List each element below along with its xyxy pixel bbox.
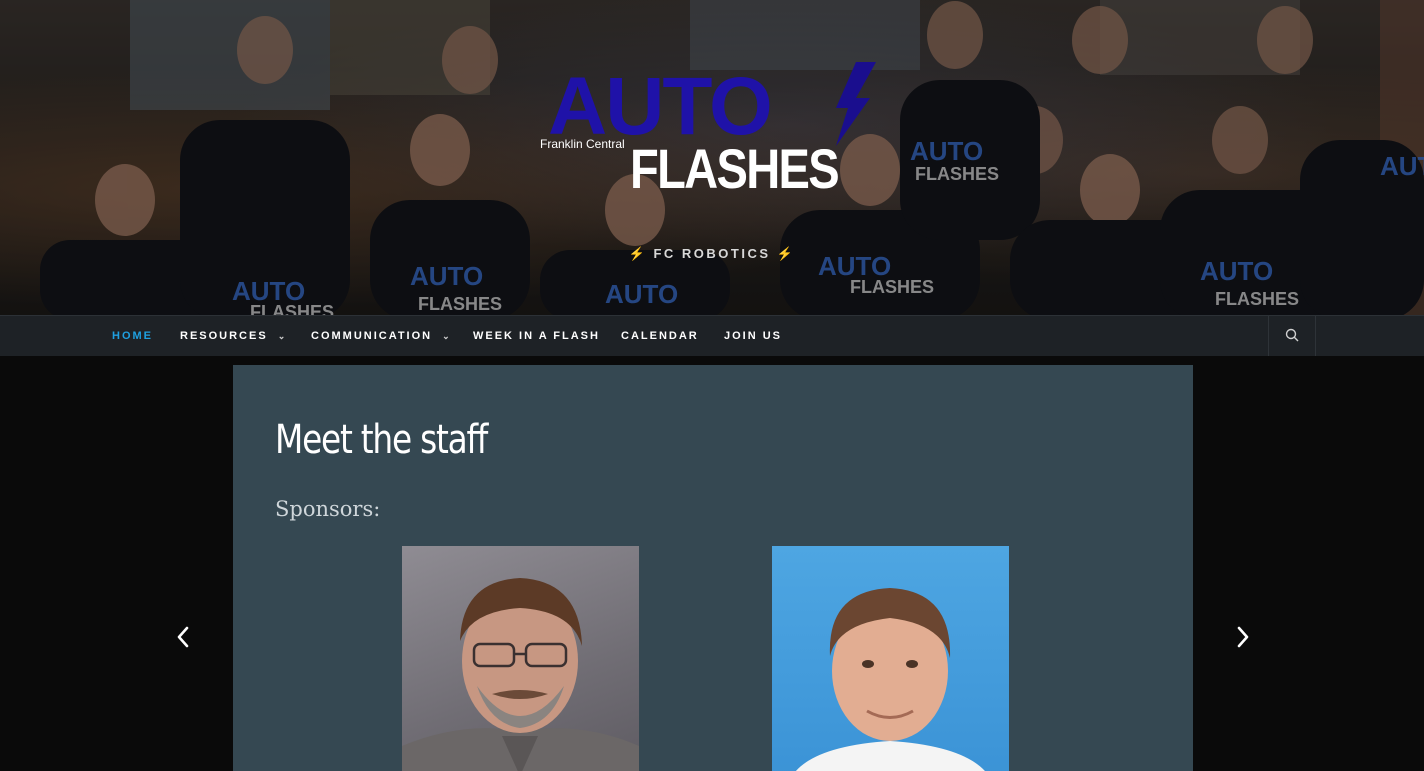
tagline-text: FC ROBOTICS <box>653 246 771 261</box>
chevron-right-icon <box>1237 626 1249 648</box>
nav-week-label: WEEK IN A FLASH <box>473 330 600 342</box>
bolt-emoji-icon: ⚡ <box>628 246 648 261</box>
content-card: Meet the staff Sponsors: <box>233 365 1193 771</box>
hero-banner: AUTO AUTO AUTO AUTO AUTO AUT AUTO FLASHE… <box>0 0 1424 315</box>
sponsor-photo-2 <box>772 546 1009 771</box>
site-tagline: ⚡ FC ROBOTICS ⚡ <box>0 246 1424 262</box>
search-button[interactable] <box>1268 316 1316 356</box>
nav-home[interactable]: HOME <box>112 330 153 342</box>
page-title: Meet the staff <box>275 417 488 463</box>
nav-calendar-label: CALENDAR <box>621 330 699 342</box>
nav-communication[interactable]: COMMUNICATION ⌄ <box>311 330 452 342</box>
site-logo[interactable]: AUTO Franklin Central FLASHES <box>538 58 883 198</box>
nav-week-in-a-flash[interactable]: WEEK IN A FLASH <box>473 330 600 342</box>
search-icon <box>1285 328 1299 342</box>
nav-communication-label: COMMUNICATION <box>311 330 433 342</box>
slider-prev-button[interactable] <box>173 624 195 650</box>
nav-join-us[interactable]: JOIN US <box>724 330 782 342</box>
nav-home-label: HOME <box>112 330 153 342</box>
nav-join-label: JOIN US <box>724 330 783 342</box>
slider-next-button[interactable] <box>1231 624 1253 650</box>
bolt-emoji-icon: ⚡ <box>776 246 796 261</box>
nav-resources-label: RESOURCES <box>180 330 268 342</box>
chevron-down-icon: ⌄ <box>442 331 452 341</box>
chevron-left-icon <box>177 626 189 648</box>
sponsor-photo-1 <box>402 546 639 771</box>
nav-resources[interactable]: RESOURCES ⌄ <box>180 330 287 342</box>
sponsors-heading: Sponsors: <box>275 497 381 521</box>
lightning-bolt-icon <box>836 62 876 146</box>
logo-flashes-text: FLASHES <box>630 137 839 198</box>
chevron-down-icon: ⌄ <box>277 331 288 341</box>
main-navigation: HOME RESOURCES ⌄ COMMUNICATION ⌄ WEEK IN A… <box>0 315 1424 356</box>
nav-calendar[interactable]: CALENDAR <box>621 330 699 342</box>
logo-school-text: Franklin Central <box>540 137 625 151</box>
